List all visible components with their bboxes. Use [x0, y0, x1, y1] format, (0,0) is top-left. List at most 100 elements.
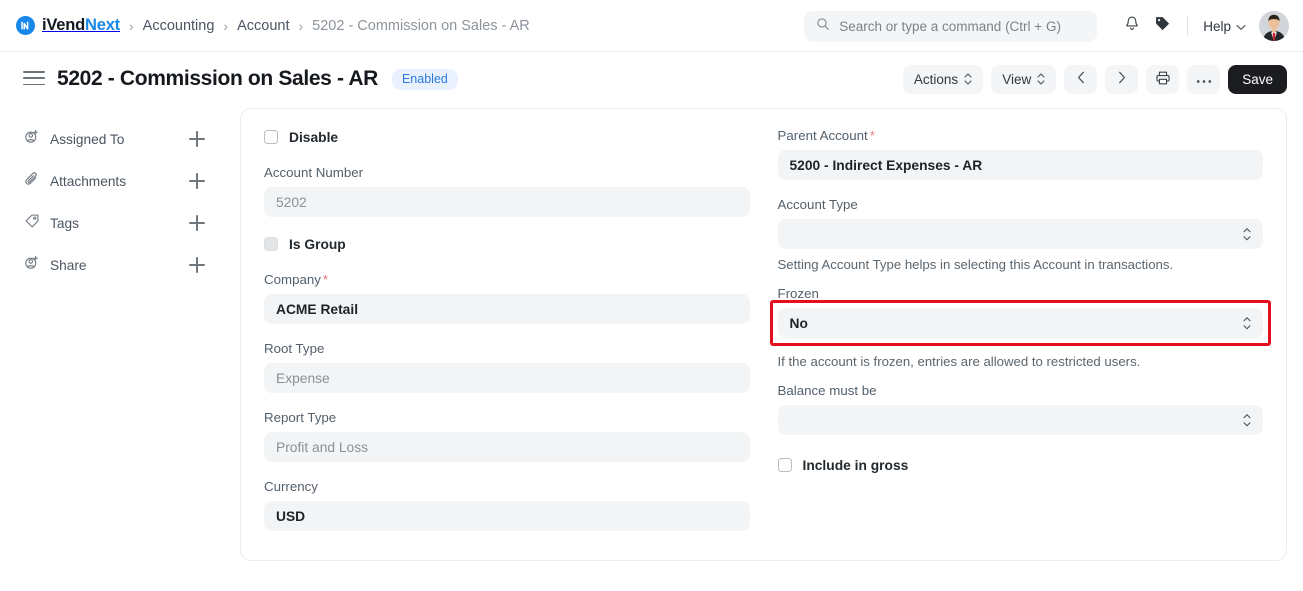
include-in-gross-checkbox[interactable] — [777, 458, 792, 472]
root-type-label: Root Type — [264, 341, 325, 356]
search-input[interactable]: Search or type a command (Ctrl + G) — [804, 10, 1098, 42]
chevron-down-icon — [1236, 19, 1246, 34]
chevron-updown-icon — [1243, 228, 1251, 241]
account-type-hint: Setting Account Type helps in selecting … — [777, 257, 1174, 272]
tags-button[interactable] — [1147, 11, 1177, 41]
disable-checkbox[interactable] — [264, 130, 278, 144]
frozen-hint: If the account is frozen, entries are al… — [777, 354, 1141, 369]
report-type-input[interactable]: Profit and Loss — [264, 432, 750, 462]
disable-checkbox-row[interactable]: Disable — [264, 125, 750, 149]
is-group-checkbox-row[interactable]: Is Group — [264, 232, 750, 256]
search-placeholder: Search or type a command (Ctrl + G) — [839, 18, 1061, 34]
is-group-checkbox[interactable] — [264, 237, 278, 251]
include-in-gross-checkbox-row[interactable]: Include in gross — [777, 453, 1264, 477]
account-type-label: Account Type — [777, 197, 858, 212]
view-label: View — [1002, 71, 1032, 87]
form-sidebar: Assigned To Attachments Tags Share — [16, 106, 223, 561]
account-form-card: Disable Account Number 5202 Is Group Com… — [240, 108, 1287, 561]
currency-input[interactable]: USD — [264, 501, 750, 531]
sidebar-item-label: Attachments — [50, 173, 127, 189]
chevron-left-icon — [1077, 71, 1085, 87]
brand-primary: iVend — [42, 16, 86, 34]
form-column-right: Parent Account * 5200 - Indirect Expenses… — [769, 125, 1271, 560]
frozen-label: Frozen — [777, 286, 819, 301]
user-plus-icon — [24, 129, 40, 150]
breadcrumb-separator-3: › — [298, 17, 304, 34]
sidebar-item-label: Share — [50, 257, 87, 273]
currency-label: Currency — [264, 479, 318, 494]
parent-account-label: Parent Account * — [777, 128, 875, 143]
chevron-right-icon — [1118, 71, 1126, 87]
more-options-button[interactable] — [1187, 64, 1221, 94]
breadcrumb-account[interactable]: Account — [237, 18, 289, 34]
brand-secondary: Next — [85, 16, 120, 34]
frozen-field: Frozen No If the account is frozen, entr… — [769, 286, 1271, 369]
account-number-label: Account Number — [264, 165, 364, 180]
account-number-input[interactable]: 5202 — [264, 187, 750, 217]
report-type-label: Report Type — [264, 410, 337, 425]
page-body: Assigned To Attachments Tags Share Disab… — [0, 106, 1303, 561]
sidebar-item-share[interactable]: Share — [16, 244, 223, 286]
navbar-divider — [1187, 16, 1189, 36]
account-type-field: Account Type Setting Account Type helps … — [777, 197, 1263, 272]
parent-account-field: Parent Account * 5200 - Indirect Expenses… — [777, 128, 1263, 180]
app-logo[interactable]: iVendNext — [16, 16, 120, 35]
next-record-button[interactable] — [1105, 64, 1139, 94]
currency-field: Currency USD — [264, 479, 750, 531]
save-button[interactable]: Save — [1228, 64, 1287, 94]
navbar-right-cluster: Search or type a command (Ctrl + G) Help — [804, 0, 1289, 52]
chevron-updown-icon — [1243, 414, 1251, 427]
sidebar-item-assigned-to[interactable]: Assigned To — [16, 118, 223, 160]
top-navbar: iVendNext › Accounting › Account › 5202 … — [0, 0, 1303, 52]
hamburger-icon[interactable] — [23, 71, 45, 87]
add-attachment-button[interactable] — [189, 173, 205, 189]
user-plus-icon — [24, 255, 40, 276]
account-type-select[interactable] — [777, 219, 1263, 249]
report-type-field: Report Type Profit and Loss — [264, 410, 750, 462]
add-tag-button[interactable] — [189, 215, 205, 231]
bell-icon — [1124, 15, 1140, 37]
ivendnext-logo-icon — [16, 16, 35, 35]
add-assigned-to-button[interactable] — [189, 131, 205, 147]
parent-account-input[interactable]: 5200 - Indirect Expenses - AR — [777, 150, 1263, 180]
help-label: Help — [1203, 18, 1231, 34]
root-type-field: Root Type Expense — [264, 341, 750, 393]
breadcrumb-separator-2: › — [223, 17, 229, 34]
previous-record-button[interactable] — [1064, 64, 1098, 94]
required-asterisk: * — [322, 272, 329, 287]
sidebar-item-label: Assigned To — [50, 131, 125, 147]
root-type-input[interactable]: Expense — [264, 363, 750, 393]
chevron-updown-icon — [1037, 73, 1045, 85]
sidebar-item-attachments[interactable]: Attachments — [16, 160, 223, 202]
print-button[interactable] — [1146, 64, 1180, 94]
chevron-updown-icon — [964, 73, 972, 85]
notifications-button[interactable] — [1117, 11, 1147, 41]
help-menu-button[interactable]: Help — [1198, 19, 1251, 34]
actions-button[interactable]: Actions — [902, 64, 984, 94]
avatar[interactable] — [1259, 11, 1289, 41]
company-input[interactable]: ACME Retail — [264, 294, 750, 324]
page-title: 5202 - Commission on Sales - AR — [57, 67, 378, 90]
tag-icon — [1154, 15, 1171, 37]
balance-must-be-field: Balance must be — [777, 383, 1263, 435]
account-number-field: Account Number 5202 — [264, 165, 750, 217]
breadcrumb-accounting[interactable]: Accounting — [143, 18, 215, 34]
printer-icon — [1155, 70, 1171, 89]
paperclip-icon — [24, 171, 40, 192]
balance-must-be-label: Balance must be — [777, 383, 877, 398]
sidebar-item-label: Tags — [50, 215, 79, 231]
chevron-updown-icon — [1243, 317, 1251, 330]
form-column-left: Disable Account Number 5202 Is Group Com… — [264, 125, 750, 560]
frozen-value: No — [789, 315, 808, 331]
include-in-gross-label: Include in gross — [802, 457, 909, 473]
view-button[interactable]: View — [991, 64, 1057, 94]
sidebar-item-tags[interactable]: Tags — [16, 202, 223, 244]
status-badge: Enabled — [391, 68, 458, 90]
add-share-button[interactable] — [189, 257, 205, 273]
required-asterisk: * — [869, 128, 875, 143]
frozen-select[interactable]: No — [777, 308, 1263, 338]
disable-label: Disable — [289, 129, 339, 145]
tag-icon — [24, 213, 40, 234]
balance-must-be-select[interactable] — [777, 405, 1263, 435]
page-header: 5202 - Commission on Sales - AR Enabled … — [0, 52, 1303, 106]
